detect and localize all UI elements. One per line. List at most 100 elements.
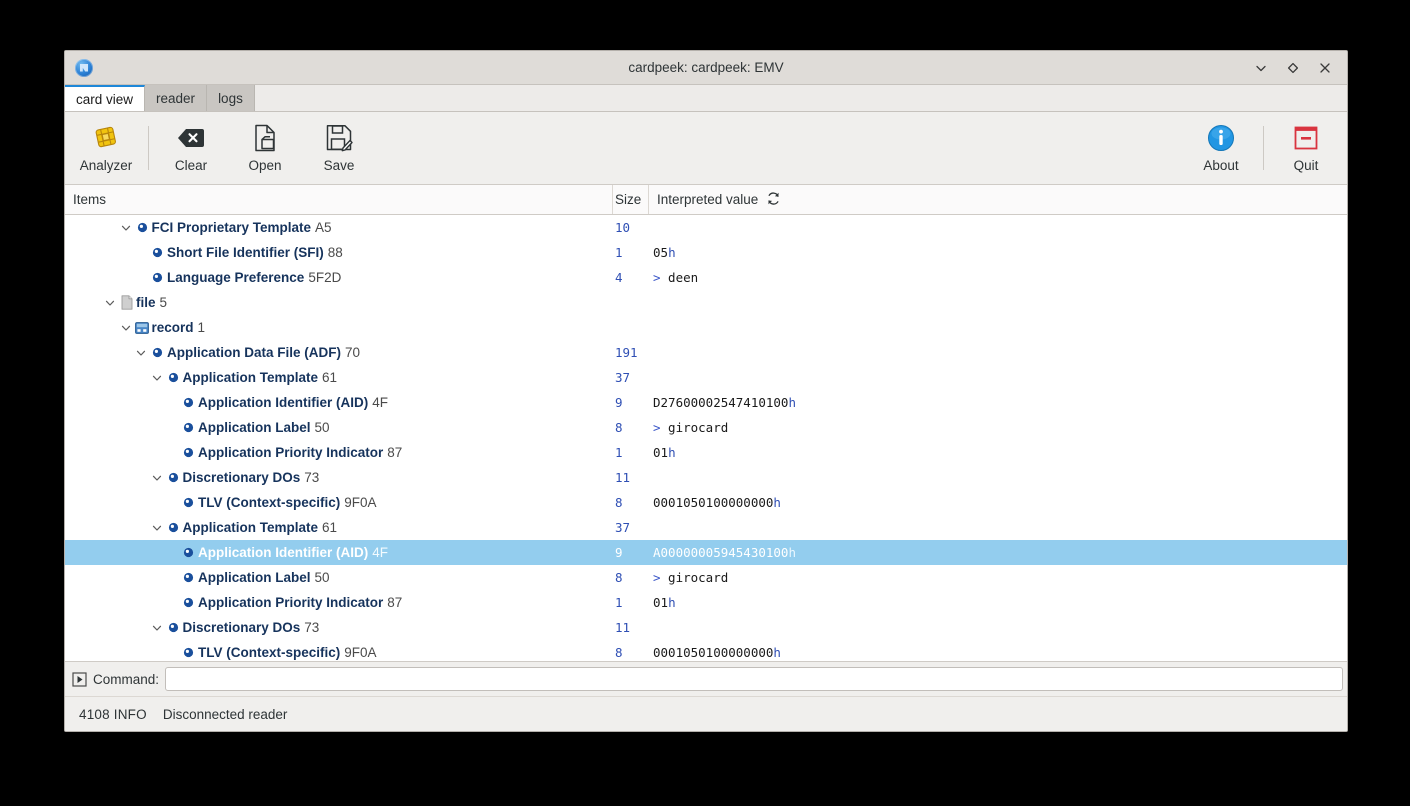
tree-row[interactable]: Language Preference5F2D4> deen	[65, 265, 1347, 290]
tree-row-value: 01h	[649, 445, 1347, 460]
about-label: About	[1203, 158, 1238, 173]
tree-row[interactable]: Short File Identifier (SFI)88105h	[65, 240, 1347, 265]
tree-row-label: FCI Proprietary Template	[152, 220, 312, 235]
tlv-node-icon	[180, 422, 197, 433]
chevron-down-icon[interactable]	[118, 322, 134, 334]
tree-row-tag: 73	[304, 470, 319, 485]
tree-row-label: TLV (Context-specific)	[198, 645, 340, 660]
chevron-down-icon[interactable]	[1249, 56, 1273, 80]
cardpeek-icon	[75, 59, 93, 77]
tree-row[interactable]: file 5	[65, 290, 1347, 315]
tlv-node-icon	[180, 647, 197, 658]
chevron-down-icon[interactable]	[149, 372, 165, 384]
tlv-node-icon	[180, 547, 197, 558]
tree-row[interactable]: Application Template6137	[65, 515, 1347, 540]
tree-row-value: 0001050100000000h	[649, 645, 1347, 660]
window-title: cardpeek: cardpeek: EMV	[65, 60, 1347, 75]
tlv-node-icon	[165, 372, 182, 383]
tree-row[interactable]: Application Identifier (AID)4F9D27600002…	[65, 390, 1347, 415]
command-input[interactable]	[165, 667, 1343, 691]
tree-row[interactable]: Application Identifier (AID)4F9A00000005…	[65, 540, 1347, 565]
chevron-down-icon[interactable]	[118, 222, 134, 234]
analyzer-button[interactable]: Analyzer	[69, 116, 143, 180]
tree-row-items-cell: file 5	[65, 295, 613, 310]
tree-row-items-cell: Application Template61	[65, 370, 613, 385]
tree-row-value: A00000005945430100h	[649, 545, 1347, 560]
tree-row-items-cell: Application Identifier (AID)4F	[65, 395, 613, 410]
clear-label: Clear	[175, 158, 207, 173]
open-button[interactable]: Open	[228, 116, 302, 180]
tree-row[interactable]: Application Label508> girocard	[65, 415, 1347, 440]
tree-row-items-cell: TLV (Context-specific)9F0A	[65, 495, 613, 510]
tab-card-view[interactable]: card view	[65, 85, 145, 111]
chevron-down-icon[interactable]	[149, 472, 165, 484]
tree-row-tag: 5F2D	[308, 270, 341, 285]
tree-row[interactable]: Application Template6137	[65, 365, 1347, 390]
analyzer-label: Analyzer	[80, 158, 133, 173]
command-label: Command:	[93, 672, 159, 687]
refresh-icon[interactable]	[766, 191, 781, 209]
chevron-down-icon[interactable]	[149, 522, 165, 534]
tlv-node-icon	[149, 347, 166, 358]
tree-row-value: > girocard	[649, 570, 1347, 585]
about-button[interactable]: About	[1184, 116, 1258, 180]
card-tree[interactable]: FCI Proprietary TemplateA510 Short File I…	[65, 215, 1347, 661]
tree-row[interactable]: Application Priority Indicator87101h	[65, 440, 1347, 465]
tree-row[interactable]: TLV (Context-specific)9F0A80001050100000…	[65, 640, 1347, 661]
tree-row-label: record	[152, 320, 194, 335]
tree-row-label: file	[136, 295, 156, 310]
tree-row[interactable]: record1	[65, 315, 1347, 340]
tree-row[interactable]: FCI Proprietary TemplateA510	[65, 215, 1347, 240]
chevron-down-icon[interactable]	[102, 297, 118, 309]
tree-row-value: > girocard	[649, 420, 1347, 435]
tree-row-tag: 5	[160, 295, 168, 310]
tree-row-items-cell: Application Identifier (AID)4F	[65, 545, 613, 560]
status-code: 4108 INFO	[79, 707, 147, 722]
tree-row-tag: 88	[328, 245, 343, 260]
tlv-node-icon	[149, 272, 166, 283]
tree-row-size: 8	[613, 420, 649, 435]
tree-row-items-cell: Application Priority Indicator87	[65, 445, 613, 460]
tab-logs[interactable]: logs	[207, 85, 255, 111]
tree-row-size: 8	[613, 645, 649, 660]
toolbar: Analyzer Clear Open	[65, 112, 1347, 185]
tree-row[interactable]: Application Data File (ADF)70191	[65, 340, 1347, 365]
tree-row-size: 4	[613, 270, 649, 285]
column-header-size[interactable]: Size	[613, 185, 649, 214]
tree-row[interactable]: TLV (Context-specific)9F0A80001050100000…	[65, 490, 1347, 515]
column-header-value[interactable]: Interpreted value	[649, 185, 1347, 214]
tree-row[interactable]: Application Label508> girocard	[65, 565, 1347, 590]
tree-row-label: Language Preference	[167, 270, 304, 285]
tlv-node-icon	[165, 522, 182, 533]
tree-row[interactable]: Discretionary DOs7311	[65, 465, 1347, 490]
tree-column-header: Items Size Interpreted value	[65, 185, 1347, 215]
column-header-items[interactable]: Items	[65, 185, 613, 214]
record-icon	[134, 322, 151, 334]
chevron-down-icon[interactable]	[149, 622, 165, 634]
tree-row-label: Short File Identifier (SFI)	[167, 245, 324, 260]
diamond-icon[interactable]	[1281, 56, 1305, 80]
tree-row-tag: A5	[315, 220, 332, 235]
tab-reader[interactable]: reader	[145, 85, 207, 111]
quit-button[interactable]: Quit	[1269, 116, 1343, 180]
tree-row-size: 37	[613, 520, 649, 535]
tree-row-value: 01h	[649, 595, 1347, 610]
tlv-node-icon	[165, 472, 182, 483]
save-button[interactable]: Save	[302, 116, 376, 180]
tree-row-items-cell: record1	[65, 320, 613, 335]
chevron-down-icon[interactable]	[133, 347, 149, 359]
tree-row-items-cell: TLV (Context-specific)9F0A	[65, 645, 613, 660]
title-bar: cardpeek: cardpeek: EMV	[65, 51, 1347, 85]
toolbar-separator-right	[1263, 126, 1264, 170]
tree-row-items-cell: FCI Proprietary TemplateA5	[65, 220, 613, 235]
column-header-value-label: Interpreted value	[657, 192, 758, 207]
tree-row[interactable]: Discretionary DOs7311	[65, 615, 1347, 640]
play-expander-icon[interactable]	[71, 671, 87, 687]
tree-row[interactable]: Application Priority Indicator87101h	[65, 590, 1347, 615]
close-icon[interactable]	[1313, 56, 1337, 80]
tree-row-size: 11	[613, 470, 649, 485]
tree-row-label: Application Label	[198, 570, 311, 585]
tlv-node-icon	[134, 222, 151, 233]
tree-row-value: 05h	[649, 245, 1347, 260]
clear-button[interactable]: Clear	[154, 116, 228, 180]
